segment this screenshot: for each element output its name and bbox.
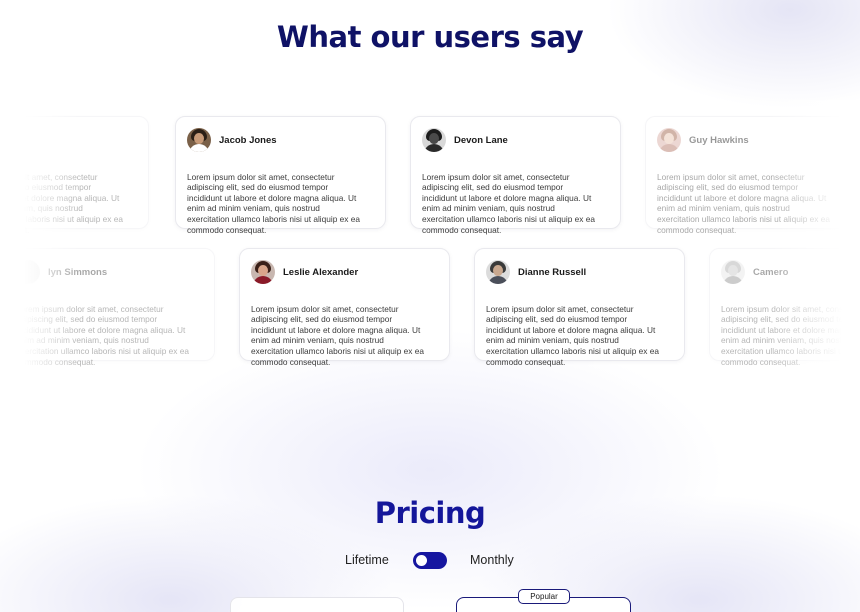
- popular-badge: Popular: [518, 589, 570, 604]
- testimonial-card-jacob-jones: Jacob Jones Lorem ipsum dolor sit amet, …: [175, 116, 386, 235]
- pricing-title: Pricing: [374, 496, 486, 530]
- reviewer-name: Leslie Alexander: [283, 266, 359, 278]
- carousel-fade-left: [0, 100, 80, 380]
- reviewer-name: Devon Lane: [454, 134, 508, 146]
- testimonial-card-leslie-alexander: Leslie Alexander Lorem ipsum dolor sit a…: [239, 248, 450, 367]
- testimonial-quote: Lorem ipsum dolor sit amet, consectetura…: [187, 171, 360, 235]
- avatar: [422, 128, 446, 152]
- testimonials-title: What our users say: [276, 20, 584, 54]
- lifetime-label[interactable]: Lifetime: [345, 553, 389, 567]
- monthly-label[interactable]: Monthly: [470, 553, 514, 567]
- billing-period-toggle[interactable]: [413, 552, 447, 569]
- avatar: [721, 260, 745, 284]
- reviewer-name: Dianne Russell: [518, 266, 587, 278]
- toggle-knob: [416, 555, 427, 566]
- testimonial-quote: Lorem ipsum dolor sit amet, consectetura…: [486, 303, 659, 367]
- billing-toggle-row: Lifetime Monthly: [0, 552, 860, 570]
- avatar: [657, 128, 681, 152]
- reviewer-name: Jacob Jones: [219, 134, 277, 146]
- plan-card[interactable]: [230, 597, 404, 612]
- avatar: [187, 128, 211, 152]
- testimonial-card-devon-lane: Devon Lane Lorem ipsum dolor sit amet, c…: [410, 116, 621, 235]
- testimonial-card-dianne-russell: Dianne Russell Lorem ipsum dolor sit ame…: [474, 248, 685, 367]
- testimonial-quote: Lorem ipsum dolor sit amet, consectetura…: [251, 303, 424, 367]
- avatar: [251, 260, 275, 284]
- carousel-fade-right: [770, 100, 860, 380]
- testimonial-quote: Lorem ipsum dolor sit amet, consectetura…: [422, 171, 595, 235]
- avatar: [486, 260, 510, 284]
- reviewer-name: Guy Hawkins: [689, 134, 749, 146]
